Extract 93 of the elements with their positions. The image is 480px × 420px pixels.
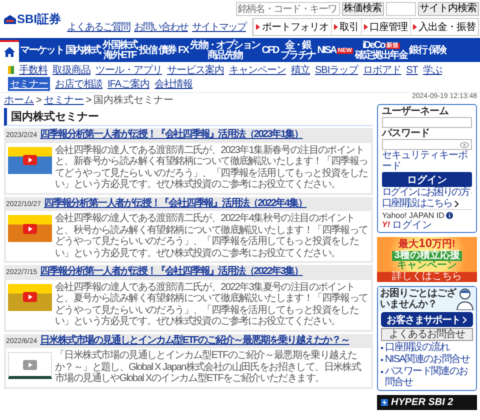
banner-text: キャンペーン [397, 261, 457, 271]
nav-tab[interactable]: 投信 [138, 40, 158, 62]
sub-nav-link[interactable]: 会社情報 [154, 77, 193, 91]
sub-nav-link[interactable]: 積立 [291, 63, 310, 77]
sub-nav-link[interactable]: ツール・アプリ [96, 63, 162, 77]
seminar-description: 会社四季報の達人である渡部清二氏が、2022年3集夏号の注目のポイントと、夏号から読み解く有望銘柄について徹底解説いたします！「四季報ってどうやって見たらいいのだろう」、「四季報を活用してもっと投資をしたい」という方必見です。ぜひ株式投資のご参考にお役立てください。 [55, 282, 369, 328]
sub-nav-link[interactable]: セミナー [8, 77, 50, 91]
field-label: ユーザーネーム [382, 106, 450, 117]
campaign-banner[interactable]: 最大10万円! 3種の積立応援 キャンペーン 詳しくはこちら [377, 237, 477, 282]
nav-tab[interactable]: 先物・オプション 商品先物 [189, 40, 261, 62]
nav-tab[interactable]: 銀行 [408, 40, 428, 62]
username-field[interactable] [382, 117, 472, 128]
banner-text: 3種の積立応援 [392, 250, 462, 261]
seminar-title-link[interactable]: 日米株式市場の見通しとインカム型ETFのご紹介～最悪期を乗り越えたか？～ [40, 334, 350, 346]
banner-text: 万円! [432, 240, 456, 250]
nav-tab[interactable] [0, 40, 19, 62]
field-label: パスワード [382, 128, 430, 139]
site-search-field[interactable] [386, 2, 416, 16]
beginner-mark-icon [8, 66, 14, 74]
faq-label: よくあるお問合せ [381, 328, 473, 341]
play-icon [23, 155, 37, 165]
video-thumbnail[interactable] [8, 146, 52, 174]
faq-link[interactable]: 口座開設の流れ [385, 342, 450, 353]
banner-text: 最大 [398, 240, 419, 250]
sub-nav-link[interactable]: 取扱商品 [52, 63, 90, 77]
triangle-icon [412, 24, 417, 30]
video-thumbnail[interactable] [8, 215, 52, 242]
triangle-icon [256, 24, 260, 30]
breadcrumb-item[interactable]: ホーム [4, 95, 34, 106]
login-button[interactable]: ログイン [382, 172, 472, 187]
seminar-title-link[interactable]: 四季報分析第一人者が伝授！『会社四季報』活用法（2022年3集） [40, 266, 303, 278]
nav-tab[interactable]: 金・銀 プラチナ [279, 40, 316, 62]
breadcrumb-item: 国内株式セミナー [94, 95, 174, 106]
info-icon [446, 212, 454, 219]
person-drawing [456, 288, 474, 310]
yahoo-login-link[interactable]: Y! ログイン [382, 220, 472, 231]
home-icon [4, 47, 15, 57]
play-icon [23, 360, 37, 370]
stock-search-button[interactable]: 株価検索 [342, 2, 384, 16]
seminar-description: 「日米株式市場の見通しとインカム型ETFのご紹介～最悪期を乗り越えたか？～」と題し、Global X Japan株式会社の山田氏をお招きして、日米株式市場の見通しやGlobal Xのインカム型ETFをご紹介いただきます。 [55, 350, 362, 384]
header-link[interactable]: サイトマップ [192, 20, 246, 34]
help-link[interactable]: ログインにお困りの方 [382, 187, 472, 198]
nav-tab[interactable]: CFD [260, 40, 280, 62]
faq-link[interactable]: パスワード関連のお問合せ [385, 366, 473, 388]
breadcrumb-separator: > [86, 95, 92, 106]
video-thumbnail[interactable] [8, 352, 52, 379]
sub-nav-link[interactable]: SBIラップ [315, 63, 358, 77]
sub-nav-link[interactable]: ST [406, 64, 418, 76]
sub-nav-link[interactable]: IFAご案内 [108, 77, 150, 91]
sub-nav-link[interactable]: お店で相談 [55, 77, 102, 91]
nav-tab[interactable]: マーケット [19, 40, 65, 62]
logo-mark-icon [4, 14, 16, 24]
sbi-logo[interactable]: SBI証券 [4, 10, 62, 28]
help-link[interactable]: 口座開設はこちら [382, 198, 472, 209]
nav-tab[interactable]: 債券 [158, 40, 177, 62]
customer-support-button[interactable]: お客さまサポート [381, 312, 473, 327]
video-thumbnail[interactable] [8, 284, 52, 310]
seminar-description: 会社四季報の達人である渡部清二氏が、2023年1集新春号の注目のポイントと、新春号から読み解く有望銘柄について徹底解説いたします！「四季報ってどうやって見たらいいのだろう」、「四季報を活用してもっと投資をしたい」という方必見です。ぜひ株式投資のご参考にお役立てください。 [55, 144, 369, 190]
lightning-icon [381, 399, 388, 406]
nav-tab[interactable]: 外国株式 海外ETF [101, 40, 138, 62]
eye-icon [460, 142, 469, 148]
security-keyboard-link[interactable]: セキュリティキーボード [382, 150, 472, 172]
sub-nav-link[interactable]: キャンペーン [229, 63, 286, 77]
sub-nav-link[interactable]: 学ぶ [422, 63, 442, 77]
sub-nav-link[interactable]: ロボアド [363, 63, 402, 77]
seminar-title-link[interactable]: 四季報分析第一人者が伝授！『会社四季報』活用法（2023年1集） [40, 129, 303, 140]
nav-tab[interactable]: FX [176, 40, 190, 62]
faq-link[interactable]: NISA関連のお問合せ [385, 354, 470, 365]
seminar-title-link[interactable]: 四季報分析第一人者が伝授！『会社四季報』活用法（2022年4集） [44, 198, 307, 209]
stock-search-field[interactable]: 銘柄名・コード・キーワ [236, 2, 340, 16]
sub-nav-link[interactable]: 手数料 [19, 63, 48, 77]
breadcrumb-item[interactable]: セミナー [44, 95, 84, 106]
triangle-icon [334, 24, 338, 30]
support-question: お困りごとはございませんか？ [380, 288, 456, 310]
password-field[interactable] [382, 139, 472, 150]
triangle-icon [364, 24, 368, 30]
banner-text: 10 [418, 237, 432, 250]
seminar-description: 会社四季報の達人である渡部清二氏が、2022年4集秋号の注目のポイントと、秋号から読み解く有望銘柄について徹底解説いたします！「四季報ってどうやって見たらいいのだろう」、「四季報を活用してもっと投資をしたい」という方必見です。ぜひ株式投資のご参考にお役立てください。 [55, 213, 369, 259]
play-icon [23, 224, 37, 234]
nav-tab[interactable]: 保険 [428, 40, 447, 62]
app-banner[interactable]: HYPER SBI 2 [377, 395, 477, 410]
quick-menu-button[interactable]: ポートフォリオ [253, 19, 331, 35]
sub-nav-link[interactable]: サービス案内 [167, 63, 224, 77]
header-link[interactable]: よくあるご質問 [67, 20, 130, 34]
quick-menu-button[interactable]: 入出金・振替 [410, 19, 478, 35]
banner-link[interactable]: 詳しくはこちら [377, 272, 477, 282]
header-link[interactable]: お問い合わせ [134, 20, 188, 34]
nav-tab[interactable]: 国内株式 [64, 40, 102, 62]
site-search-button[interactable]: サイト内検索 [418, 2, 479, 16]
quick-menu-button[interactable]: 口座管理 [360, 19, 410, 35]
play-icon [23, 292, 37, 302]
yahoo-id-label: Yahoo! JAPAN ID [382, 211, 444, 220]
breadcrumb-separator: > [36, 95, 42, 106]
